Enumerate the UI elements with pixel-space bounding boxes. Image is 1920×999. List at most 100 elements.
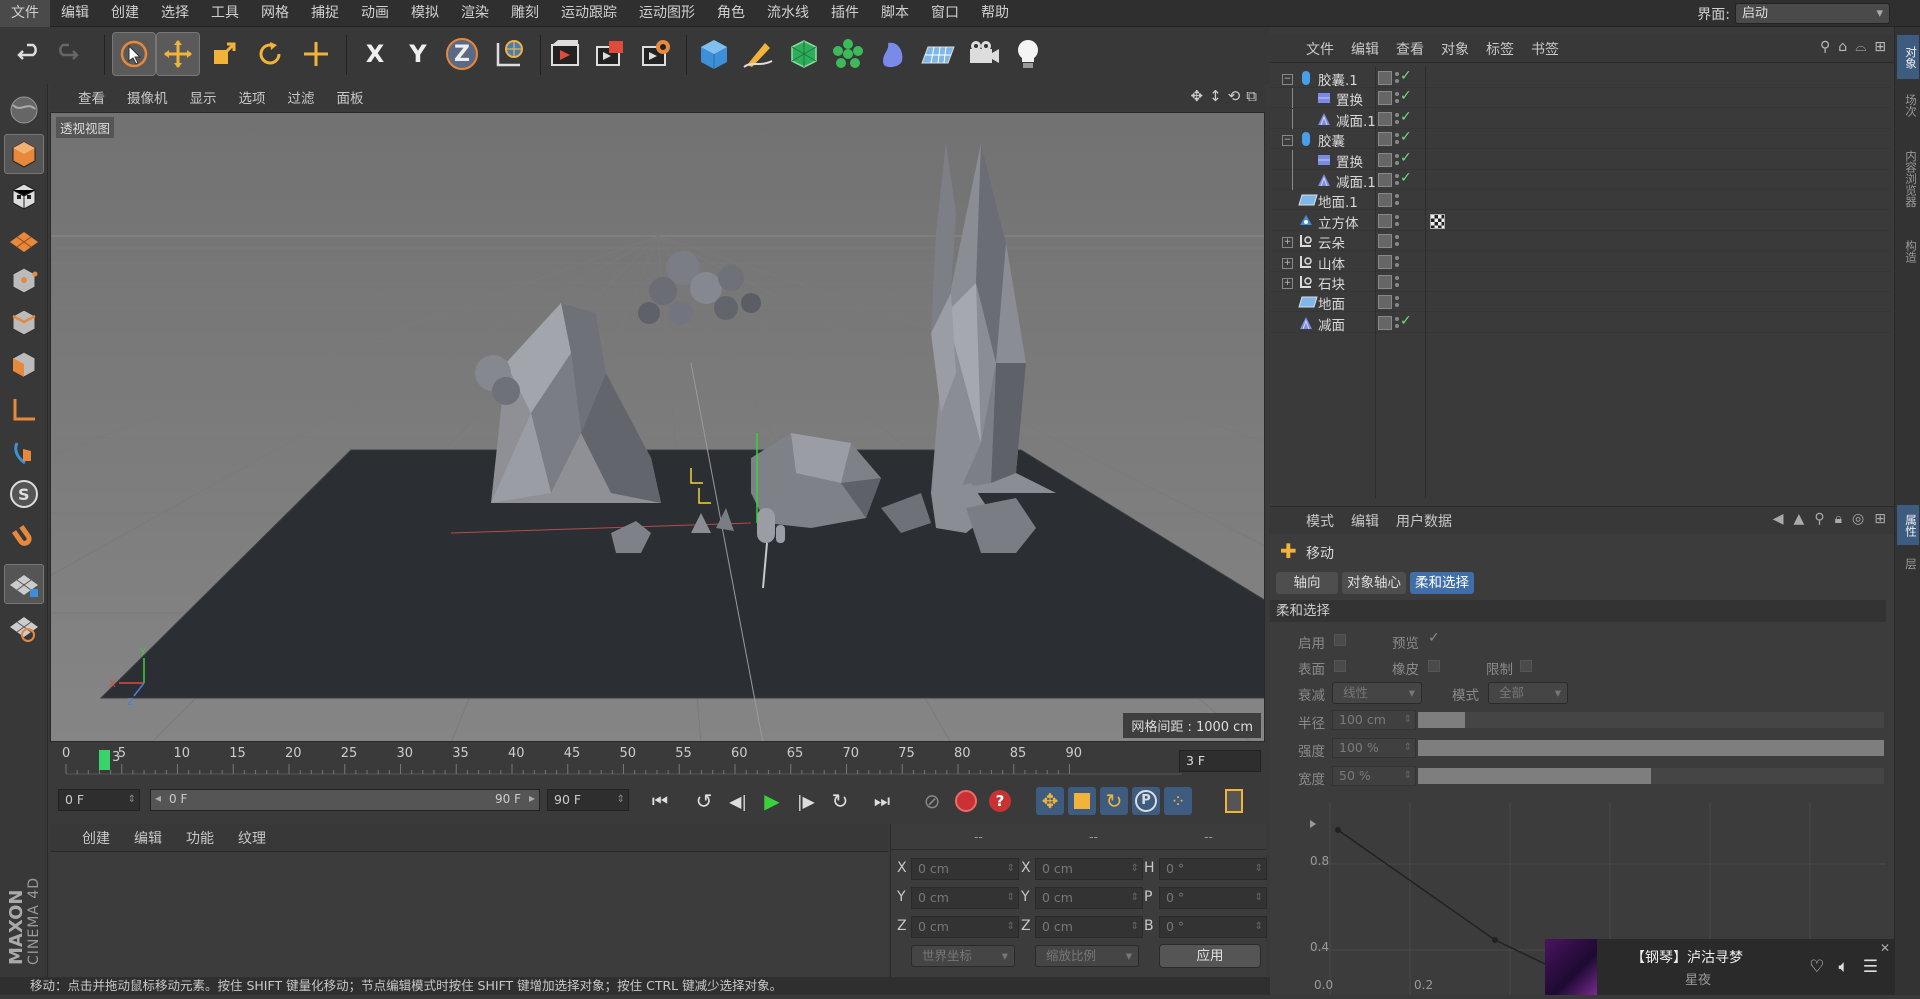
object-name[interactable]: 减面 bbox=[1318, 314, 1345, 334]
object-name[interactable]: 地面.1 bbox=[1318, 191, 1358, 211]
side-tab-structure[interactable]: 构造 bbox=[1897, 231, 1919, 271]
enabled-check-icon[interactable]: ✓ bbox=[1400, 313, 1412, 329]
next-key-icon[interactable]: ↻ bbox=[826, 787, 854, 815]
orbit-icon[interactable]: ⟲ bbox=[1228, 87, 1241, 105]
radius-field[interactable]: 100 cm bbox=[1332, 710, 1416, 730]
menu-window[interactable]: 窗口 bbox=[920, 0, 970, 27]
light-icon[interactable] bbox=[1006, 32, 1050, 76]
object-name[interactable]: 云朵 bbox=[1318, 232, 1345, 252]
camera-icon[interactable] bbox=[962, 32, 1006, 76]
editor-render-visibility-icon[interactable] bbox=[1395, 213, 1399, 229]
volume-icon[interactable]: 🔈︎ bbox=[1839, 957, 1849, 977]
preview-checkbox[interactable]: ✓ bbox=[1428, 630, 1440, 646]
object-row[interactable]: − 胶囊 ✓ bbox=[1270, 129, 1890, 150]
layer-visibility-icon[interactable] bbox=[1378, 91, 1392, 106]
menu-character[interactable]: 角色 bbox=[706, 0, 756, 27]
object-row[interactable]: 减面.1 ✓ bbox=[1270, 170, 1890, 191]
key-point-level-icon[interactable]: ⁘ bbox=[1164, 787, 1192, 815]
menu-plugins[interactable]: 插件 bbox=[820, 0, 870, 27]
object-name[interactable]: 石块 bbox=[1318, 273, 1345, 293]
menu-render[interactable]: 渲染 bbox=[450, 0, 500, 27]
texture-mode-icon[interactable] bbox=[4, 176, 44, 216]
enabled-check-icon[interactable]: ✓ bbox=[1400, 129, 1412, 145]
rotate-icon[interactable] bbox=[248, 32, 292, 76]
object-name[interactable]: 地面 bbox=[1318, 293, 1345, 313]
object-name[interactable]: 置换 bbox=[1336, 151, 1363, 171]
search-icon[interactable]: ⚲ bbox=[1820, 39, 1830, 55]
z-axis-icon[interactable]: Z bbox=[440, 32, 484, 76]
album-art[interactable] bbox=[1545, 939, 1597, 995]
restrict-checkbox[interactable] bbox=[1520, 660, 1532, 672]
size-y-field[interactable]: 0 cm bbox=[1035, 887, 1143, 909]
perspective-viewport[interactable]: Y X Z 透视视图 网格间距 : 1000 cm bbox=[50, 112, 1265, 742]
editor-render-visibility-icon[interactable] bbox=[1395, 111, 1399, 127]
side-tab-takes[interactable]: 场次 bbox=[1897, 83, 1919, 127]
menu-pipeline[interactable]: 流水线 bbox=[756, 0, 820, 27]
tree-toggle-icon[interactable]: + bbox=[1282, 278, 1293, 289]
up-arrow-icon[interactable]: ▲ bbox=[1794, 511, 1805, 527]
x-axis-icon[interactable]: X bbox=[353, 32, 397, 76]
object-row[interactable]: 减面 ✓ bbox=[1270, 313, 1890, 334]
rotation-h-field[interactable]: 0 ° bbox=[1159, 858, 1267, 880]
layer-visibility-icon[interactable] bbox=[1378, 275, 1392, 289]
timeline-playhead[interactable] bbox=[99, 750, 110, 770]
new-window-icon[interactable]: ⊞ bbox=[1874, 511, 1886, 527]
key-scale-icon[interactable] bbox=[1068, 787, 1096, 815]
menu-file[interactable]: 文件 bbox=[0, 0, 50, 27]
object-row[interactable]: 地面 bbox=[1270, 292, 1890, 313]
attributes-menu-mode[interactable]: 模式 bbox=[1306, 511, 1334, 531]
radius-slider[interactable] bbox=[1418, 712, 1884, 728]
maximize-icon[interactable]: ⧉ bbox=[1246, 87, 1257, 105]
object-row[interactable]: 减面.1 ✓ bbox=[1270, 108, 1890, 130]
position-x-field[interactable]: 0 cm bbox=[911, 858, 1019, 880]
start-frame-field[interactable]: 0 F bbox=[58, 789, 140, 811]
polygons-mode-icon[interactable] bbox=[4, 344, 44, 384]
redo-icon[interactable] bbox=[44, 32, 88, 76]
y-axis-icon[interactable]: Y bbox=[396, 32, 440, 76]
layer-visibility-icon[interactable] bbox=[1378, 315, 1392, 330]
tree-toggle-icon[interactable]: − bbox=[1282, 135, 1293, 147]
play-icon[interactable]: ▶ bbox=[758, 787, 786, 815]
tab-soft-selection[interactable]: 柔和选择 bbox=[1410, 572, 1474, 594]
object-row[interactable]: + 云朵 bbox=[1270, 231, 1890, 252]
object-row[interactable]: − 胶囊.1 ✓ bbox=[1270, 68, 1890, 89]
menu-animate[interactable]: 动画 bbox=[350, 0, 400, 27]
scale-mode-dropdown[interactable]: 缩放比例 bbox=[1035, 945, 1139, 967]
scale-icon[interactable] bbox=[202, 32, 246, 76]
objects-menu-bookmarks[interactable]: 书签 bbox=[1531, 39, 1559, 59]
object-name[interactable]: 山体 bbox=[1318, 253, 1345, 273]
lock-icon[interactable]: 🔒︎ bbox=[1835, 511, 1842, 527]
layer-visibility-icon[interactable] bbox=[1378, 173, 1392, 187]
cloner-icon[interactable] bbox=[826, 32, 870, 76]
coordinate-system-icon[interactable] bbox=[487, 32, 531, 76]
render-picture-viewer-icon[interactable] bbox=[588, 32, 632, 76]
workplane-mode-icon[interactable] bbox=[4, 218, 44, 258]
mode-dropdown[interactable]: 全部 bbox=[1488, 682, 1568, 704]
object-row[interactable]: + 山体 bbox=[1270, 252, 1890, 273]
menu-create[interactable]: 创建 bbox=[100, 0, 150, 27]
deformer-icon[interactable] bbox=[871, 32, 915, 76]
object-row[interactable]: 地面.1 bbox=[1270, 190, 1890, 211]
close-icon[interactable]: ✕ bbox=[1880, 941, 1890, 955]
layer-visibility-icon[interactable] bbox=[1378, 152, 1392, 167]
timeline-window-icon[interactable] bbox=[1220, 787, 1248, 815]
layout-select[interactable]: 启动 bbox=[1735, 3, 1890, 24]
object-name[interactable]: 胶囊 bbox=[1318, 130, 1345, 150]
apply-button[interactable]: 应用 bbox=[1159, 944, 1261, 968]
menu-edit[interactable]: 编辑 bbox=[50, 0, 100, 27]
viewport-menu-filter[interactable]: 过滤 bbox=[288, 87, 315, 107]
layer-visibility-icon[interactable] bbox=[1378, 132, 1392, 147]
material-area[interactable] bbox=[50, 852, 888, 977]
enabled-check-icon[interactable]: ✓ bbox=[1400, 170, 1412, 186]
viewport-menu-view[interactable]: 查看 bbox=[78, 87, 105, 107]
width-slider[interactable] bbox=[1418, 768, 1884, 784]
menu-select[interactable]: 选择 bbox=[150, 0, 200, 27]
viewport-menu-display[interactable]: 显示 bbox=[190, 87, 217, 107]
position-z-field[interactable]: 0 cm bbox=[911, 916, 1019, 938]
side-tab-layers[interactable]: 层 bbox=[1897, 549, 1919, 579]
workplane-lock-icon[interactable] bbox=[4, 564, 44, 604]
tab-axis[interactable]: 轴向 bbox=[1276, 572, 1338, 594]
layer-visibility-icon[interactable] bbox=[1378, 254, 1392, 269]
editor-render-visibility-icon[interactable] bbox=[1395, 233, 1399, 249]
layer-visibility-icon[interactable] bbox=[1378, 71, 1392, 85]
